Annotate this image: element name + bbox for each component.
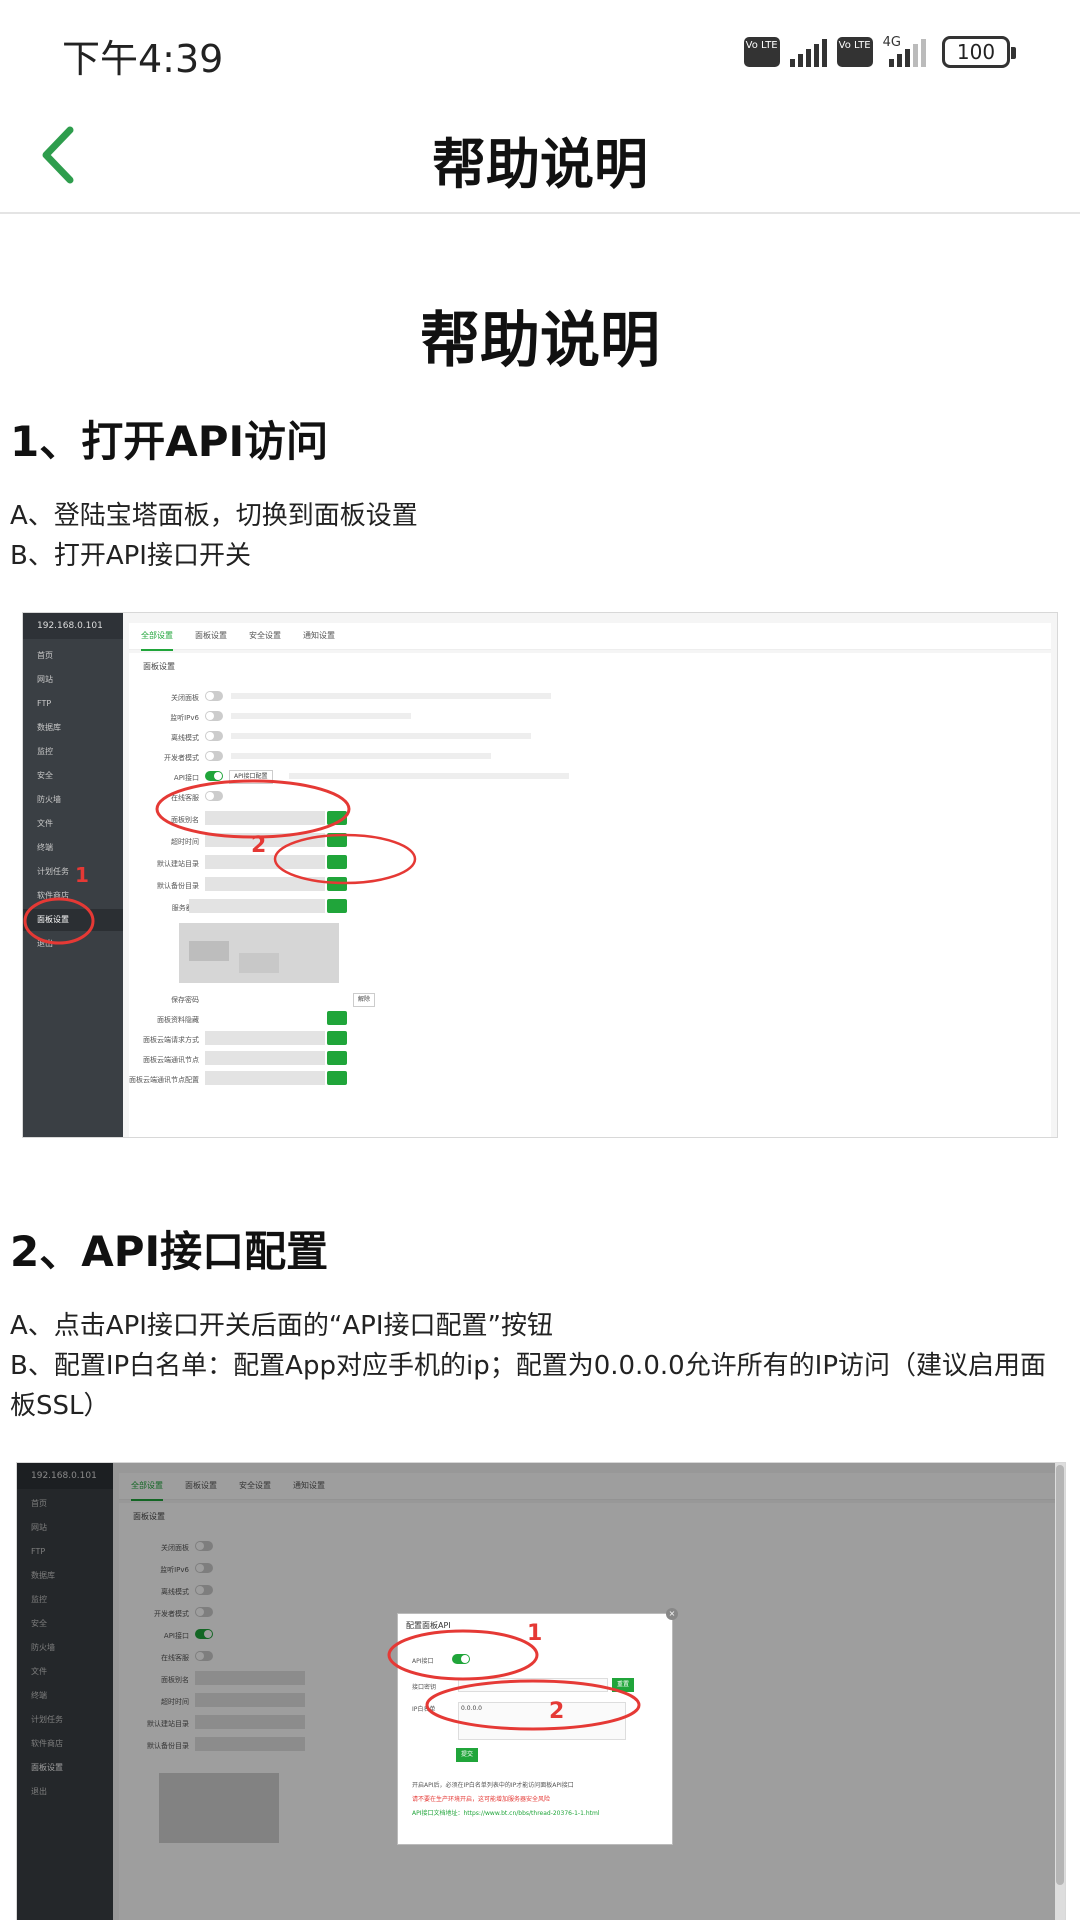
section-2-line-a: A、点击API接口开关后面的“API接口配置”按钮: [10, 1311, 553, 1341]
help-content[interactable]: 帮助说明 1、打开API访问 A、登陆宝塔面板，切换到面板设置 B、打开API接…: [0, 214, 1080, 1920]
volte-icon-2: Vo LTE: [836, 37, 873, 67]
network-type-label: 4G: [882, 34, 901, 50]
annotation-1: 1: [527, 1621, 543, 1646]
volte-icon: Vo LTE: [743, 37, 780, 67]
signal-icon: [789, 37, 827, 67]
status-icons: Vo LTE Vo LTE 4G 100: [743, 32, 1016, 72]
app-header: 帮助说明: [0, 102, 1080, 214]
section-1-line-a: A、登陆宝塔面板，切换到面板设置: [10, 501, 418, 531]
section-heading-2: 2、API接口配置: [10, 1227, 329, 1276]
section-1-line-b: B、打开API接口开关: [10, 541, 251, 571]
section-2-line-b: B、配置IP白名单：配置App对应手机的ip；配置为0.0.0.0允许所有的IP…: [10, 1351, 1047, 1421]
annotation-2: 2: [549, 1699, 565, 1724]
battery-icon: 100: [942, 36, 1016, 68]
annotation-2: 2: [251, 833, 267, 858]
annotation-marks-2: [387, 1629, 641, 1731]
section-heading-1: 1、打开API访问: [10, 417, 329, 466]
page-title: 帮助说明: [432, 133, 648, 196]
status-bar: 下午4:39 Vo LTE Vo LTE 4G 100: [0, 0, 1080, 102]
screenshot-api-config: 192.168.0.101 首页 网站 FTP 数据库 监控 安全 防火墙 文件…: [16, 1462, 1066, 1920]
doc-title: 帮助说明: [420, 306, 660, 376]
annotation-1: 1: [75, 863, 89, 887]
status-time: 下午4:39: [62, 37, 224, 81]
screenshot-panel-settings: 192.168.0.101 首页 网站 FTP 数据库 监控 安全 防火墙 文件…: [22, 612, 1058, 1138]
annotation-marks: [23, 779, 417, 945]
